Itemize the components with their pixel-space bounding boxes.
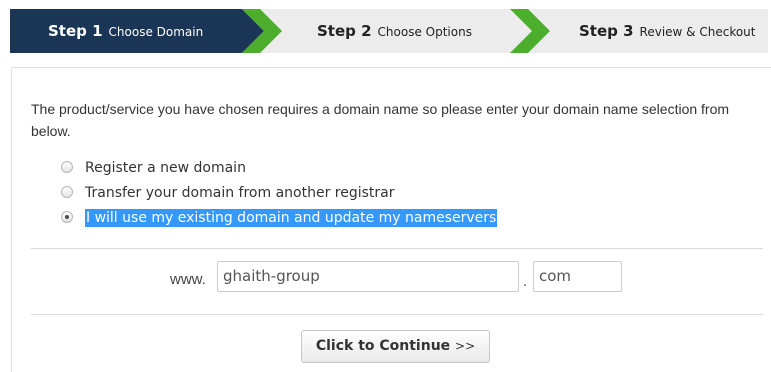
radio-transfer-domain[interactable] [61, 186, 73, 198]
divider [31, 314, 763, 315]
continue-button-label: Click to Continue [315, 338, 451, 354]
step-2-number: Step 2 [317, 22, 372, 40]
step-1-number: Step 1 [48, 22, 103, 40]
continue-arrows: >> [455, 339, 476, 353]
step-3-number: Step 3 [579, 22, 634, 40]
tld-input[interactable]: com [533, 261, 622, 292]
step-3-review-checkout[interactable]: Step 3 Review & Checkout [579, 9, 756, 53]
checkout-step-bar: Step 1 Choose Domain Step 2 Choose Options… [10, 9, 768, 53]
step-2-name: Choose Options [377, 25, 472, 39]
step-1-name: Choose Domain [108, 25, 204, 39]
option-register-new-domain[interactable]: Register a new domain [61, 158, 246, 178]
step-3-name: Review & Checkout [639, 25, 756, 39]
step-2-choose-options[interactable]: Step 2 Choose Options [317, 9, 472, 53]
www-prefix-label: www. [170, 271, 206, 288]
option-use-existing-domain[interactable]: I will use my existing domain and update… [61, 208, 498, 228]
continue-button[interactable]: Click to Continue >> [301, 330, 490, 363]
option-label: I will use my existing domain and update… [85, 209, 498, 227]
page: Step 1 Choose Domain Step 2 Choose Options… [0, 0, 771, 372]
intro-text: The product/service you have chosen requ… [31, 101, 730, 139]
option-label: Register a new domain [85, 160, 246, 176]
divider [31, 248, 763, 249]
domain-name-input[interactable]: ghaith-group [217, 261, 519, 292]
option-label: Transfer your domain from another regist… [85, 185, 395, 201]
tld-separator: . [523, 273, 528, 290]
step-1-choose-domain[interactable]: Step 1 Choose Domain [48, 9, 203, 53]
radio-register-new-domain[interactable] [61, 161, 73, 173]
option-transfer-domain[interactable]: Transfer your domain from another regist… [61, 183, 395, 203]
radio-use-existing-domain[interactable] [61, 211, 73, 223]
